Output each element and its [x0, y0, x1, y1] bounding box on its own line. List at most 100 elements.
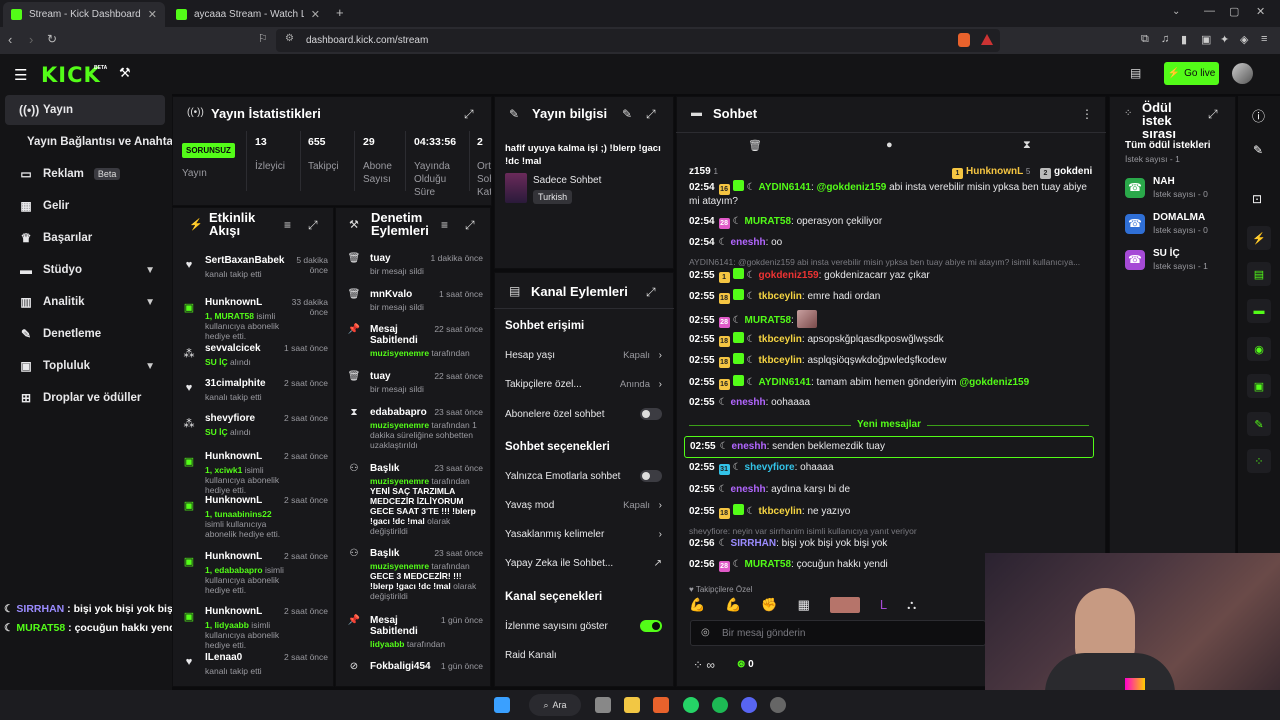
chat-username[interactable]: SIRRHAN: [731, 538, 777, 549]
chat-message[interactable]: 02:54 ☾ eneshh: oo: [689, 236, 1093, 250]
minimize-icon[interactable]: —: [1204, 5, 1215, 17]
chat-message[interactable]: 02:55 ☾ eneshh: senden beklemezdik tuay: [684, 436, 1094, 458]
sidebar-item-stream-key[interactable]: Yayın Bağlantısı ve Anahtarı: [5, 127, 181, 157]
sidebar-icon[interactable]: ▮: [1181, 33, 1187, 46]
sidebar-item-basarilar[interactable]: ♛ Başarılar: [5, 223, 165, 253]
chat-username[interactable]: gokdeniz159: [759, 270, 819, 281]
edit-icon[interactable]: ✎: [1253, 143, 1263, 157]
chat-message[interactable]: 02:54 16 ☾ AYDIN6141: @gokdeniz159 abi inst…: [689, 180, 1093, 209]
chat-username[interactable]: tkbceylin: [759, 355, 802, 366]
sidebar-item-studyo[interactable]: ▬ Stüdyo ▼: [5, 255, 165, 285]
hourglass-icon[interactable]: ⧗: [1023, 139, 1031, 152]
chat-username[interactable]: shevyfiore: [745, 462, 795, 473]
kick-logo[interactable]: KICK: [41, 63, 101, 87]
browser-tab-dashboard[interactable]: Stream - Kick Dashboard ✕: [3, 2, 165, 27]
moderator-name[interactable]: muzisyenemre: [370, 476, 429, 486]
discord-icon[interactable]: [741, 697, 757, 713]
windows-start-icon[interactable]: [494, 697, 510, 713]
taskbar-search[interactable]: ⌕ Ara: [529, 694, 581, 716]
sidebar-item-topluluk[interactable]: ▣ Topluluk ▼: [5, 351, 165, 381]
close-window-icon[interactable]: ✕: [1256, 5, 1265, 18]
chat-username[interactable]: MURAT58: [745, 315, 791, 326]
chat-username[interactable]: tkbceylin: [759, 291, 802, 302]
ai-chat-row[interactable]: Yapay Zeka ile Sohbet... ↗: [505, 555, 662, 571]
sidebar-item-droplar[interactable]: ⊞ Droplar ve ödüller: [5, 383, 165, 413]
rail-wrench-icon[interactable]: ✎: [1247, 412, 1271, 436]
moderator-name[interactable]: muzisyenemre: [370, 561, 429, 571]
chat-username[interactable]: eneshh: [731, 484, 766, 495]
chat-username[interactable]: AYDIN6141: [759, 377, 811, 388]
maximize-icon[interactable]: ▢: [1229, 5, 1239, 18]
rail-channel-icon[interactable]: ▣: [1247, 374, 1271, 398]
rail-broadcast-icon[interactable]: ◉: [1247, 337, 1271, 361]
menu-icon[interactable]: ≡: [1261, 33, 1267, 45]
rail-chat-icon[interactable]: ▬: [1247, 299, 1271, 323]
chat-message[interactable]: 02:54 28 ☾ MURAT58: operasyon çekiliyor: [689, 215, 1093, 229]
go-live-button[interactable]: ⚡ Go live: [1164, 62, 1219, 85]
rail-lightning-icon[interactable]: ⚡: [1247, 226, 1271, 250]
obs-icon[interactable]: [770, 697, 786, 713]
trash-icon[interactable]: 🗑: [748, 139, 762, 152]
leo-icon[interactable]: ✦: [1220, 33, 1229, 46]
info-icon[interactable]: ⓘ: [1252, 106, 1265, 125]
followers-only-row[interactable]: Takipçilere özel... Anında ›: [505, 376, 662, 392]
spotify-icon[interactable]: [712, 697, 728, 713]
reward-item[interactable]: ☎ SU İÇ İstek sayısı - 1: [1125, 248, 1208, 271]
emote-picker-icon[interactable]: ◎: [701, 627, 710, 638]
media-icon[interactable]: ♫: [1161, 33, 1169, 45]
expand-icon[interactable]: ⤢: [465, 218, 475, 233]
chat-username[interactable]: eneshh: [732, 441, 767, 452]
emote-6-icon[interactable]: L: [880, 597, 887, 613]
chat-username[interactable]: eneshh: [731, 397, 766, 408]
raid-row[interactable]: Raid Kanalı: [505, 647, 662, 663]
brave-browser-icon[interactable]: [653, 697, 669, 713]
chat-username[interactable]: tkbceylin: [759, 334, 802, 345]
slow-mode-row[interactable]: Yavaş mod Kapalı ›: [505, 497, 662, 513]
sidebar-item-reklam[interactable]: ▭ Reklam Beta: [5, 159, 165, 189]
tools-icon[interactable]: ⚒: [119, 65, 131, 81]
emote-only-toggle[interactable]: [640, 470, 662, 482]
hamburger-menu-icon[interactable]: ☰: [14, 66, 27, 84]
close-tab-icon[interactable]: ✕: [148, 8, 157, 21]
chat-message[interactable]: 02:55 1 ☾ gokdeniz159: gokdenizacarr yaz çı…: [689, 268, 1093, 283]
rail-clipboard-icon[interactable]: ▤: [1247, 262, 1271, 286]
reload-icon[interactable]: ↻: [47, 32, 57, 46]
chat-username[interactable]: MURAT58: [745, 216, 791, 227]
filter-icon[interactable]: ≡: [284, 218, 291, 232]
chat-input[interactable]: ◎ Bir mesaj gönderin: [690, 620, 986, 646]
chat-message[interactable]: 02:55 18 ☾ tkbceylin: emre hadi ordan: [689, 289, 1093, 304]
chat-username[interactable]: eneshh: [731, 237, 766, 248]
expand-icon[interactable]: ⤢: [1208, 107, 1218, 122]
extensions-icon[interactable]: ⧉: [1141, 33, 1149, 46]
chat-message[interactable]: 02:56 ☾ SIRRHAN: bişi yok bişi yok bişi yo…: [689, 537, 1093, 551]
reward-item[interactable]: ☎ DOMALMA İstek sayısı - 0: [1125, 212, 1208, 235]
bookmark-icon[interactable]: ⚐: [258, 32, 268, 45]
more-options-icon[interactable]: ⋮: [1081, 107, 1093, 121]
expand-icon[interactable]: ⤢: [464, 107, 474, 122]
emote-2-icon[interactable]: 💪: [725, 597, 741, 613]
sidebar-item-analitik[interactable]: ▥ Analitik ▼: [5, 287, 165, 317]
show-viewers-toggle[interactable]: [640, 620, 662, 632]
sidebar-item-denetleme[interactable]: ✎ Denetleme: [5, 319, 165, 349]
chat-bubble-icon[interactable]: ●: [886, 139, 893, 151]
sidebar-item-yayin[interactable]: ((•)) Yayın: [5, 95, 165, 125]
chat-username[interactable]: tkbceylin: [759, 506, 802, 517]
emote-7-icon[interactable]: ⛬: [907, 597, 916, 613]
site-info-icon[interactable]: ⚙: [285, 33, 294, 44]
moderator-name[interactable]: lidyaabb: [370, 639, 404, 649]
moderator-name[interactable]: muzisyenemre: [370, 420, 429, 430]
file-explorer-icon[interactable]: [624, 697, 640, 713]
forward-icon[interactable]: ›: [29, 32, 33, 47]
task-view-icon[interactable]: [595, 697, 611, 713]
back-icon[interactable]: ‹: [8, 32, 12, 47]
chat-message[interactable]: 02:55 16 ☾ AYDIN6141: tamam abim hemen gönd…: [689, 375, 1093, 390]
expand-icon[interactable]: ⤢: [646, 107, 656, 122]
emote-3-icon[interactable]: ✊: [761, 597, 777, 613]
whatsapp-icon[interactable]: [683, 697, 699, 713]
emote-4-icon[interactable]: ▦: [798, 597, 810, 613]
emote-1-icon[interactable]: 💪: [689, 597, 705, 613]
close-tab-icon[interactable]: ✕: [311, 8, 320, 21]
reward-item[interactable]: ☎ NAH İstek sayısı - 0: [1125, 176, 1208, 199]
chat-message[interactable]: 02:55 ☾ eneshh: aydına karşı bi de: [689, 483, 1093, 497]
chat-message[interactable]: 02:55 18 ☾ tkbceylin: asplqşiöqşwkdoğpwledş…: [689, 353, 1093, 368]
